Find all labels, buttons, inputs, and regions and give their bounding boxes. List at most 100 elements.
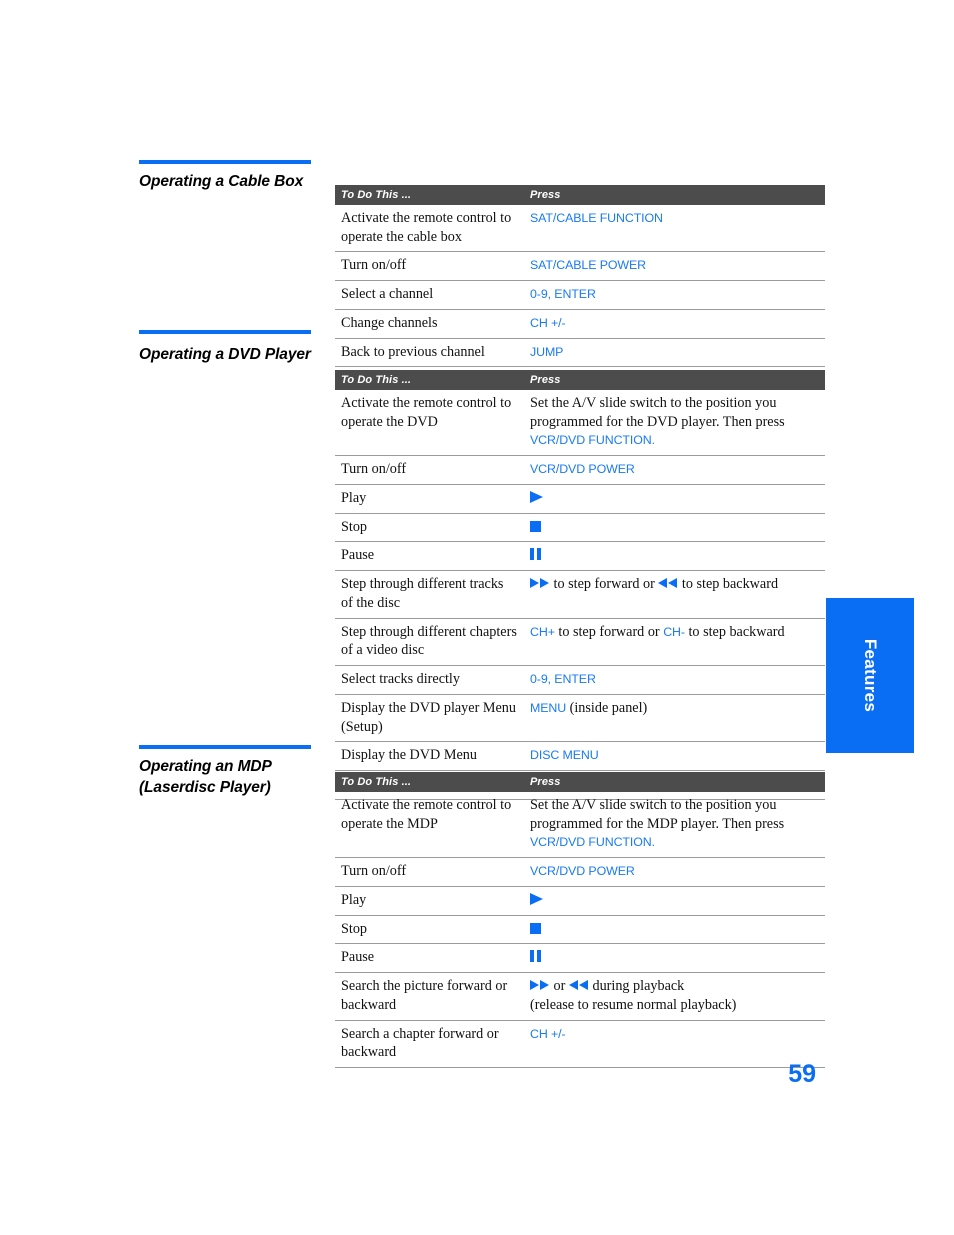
task-cell: Turn on/off [335, 455, 524, 485]
rewind-icon [568, 980, 589, 991]
press-cell [524, 915, 825, 945]
section-heading: Operating an MDP (Laserdisc Player) [139, 758, 272, 796]
press-cell: VCR/DVD POWER [524, 857, 825, 887]
table-row: Turn on/off SAT/CABLE POWER [335, 251, 825, 282]
task-cell: Back to previous channel [335, 338, 524, 368]
press-cell: SAT/CABLE FUNCTION [524, 205, 825, 253]
press-cell: DISC MENU [524, 741, 825, 772]
table-row: Turn on/off VCR/DVD POWER [335, 857, 825, 887]
table-row: Change channels CH +/- [335, 309, 825, 339]
remote-key-label: CH +/- [530, 1026, 566, 1041]
remote-key-label: VCR/DVD POWER [530, 462, 635, 477]
task-cell: Search the picture forward or backward [335, 972, 524, 1021]
heading-accent-rule [139, 160, 311, 164]
remote-command-table: To Do This ... Press Activate the remote c… [335, 185, 825, 368]
task-cell: Step through different chapters of a vid… [335, 618, 524, 667]
remote-key-label: CH+ [530, 624, 555, 639]
table-header-row: To Do This ... Press [335, 772, 825, 792]
task-cell: Play [335, 886, 524, 916]
press-cell: JUMP [524, 338, 825, 368]
task-cell: Turn on/off [335, 251, 524, 282]
table-row: Search the picture forward or backward o… [335, 972, 825, 1021]
task-cell: Activate the remote control to operate t… [335, 792, 524, 859]
press-cell: MENU (inside panel) [524, 694, 825, 743]
press-cell [524, 943, 825, 974]
heading-block-dvd-player: Operating a DVD Player [139, 345, 311, 366]
column-header-press: Press [524, 185, 825, 205]
remote-key-label: VCR/DVD FUNCTION. [530, 835, 655, 850]
column-header-press: Press [524, 772, 825, 792]
table-row: Back to previous channel JUMP [335, 338, 825, 368]
task-cell: Pause [335, 943, 524, 974]
remote-key-label: CH +/- [530, 315, 566, 330]
press-cell: CH +/- [524, 309, 825, 339]
task-cell: Select a channel [335, 280, 524, 310]
press-cell [524, 541, 825, 572]
heading-block-mdp-player: Operating an MDP (Laserdisc Player) [139, 745, 311, 798]
press-cell: VCR/DVD POWER [524, 455, 825, 485]
task-cell: Play [335, 484, 524, 514]
column-header-task: To Do This ... [335, 370, 524, 390]
task-cell: Change channels [335, 309, 524, 339]
table-row: Play [335, 484, 825, 514]
remote-command-table: To Do This ... Press Activate the remote c… [335, 772, 825, 1069]
table-header-row: To Do This ... Press [335, 185, 825, 205]
task-cell: Activate the remote control to operate t… [335, 205, 524, 253]
table-row: Pause [335, 541, 825, 572]
section-heading: Operating a DVD Player [139, 346, 311, 363]
pause-icon [530, 950, 541, 963]
press-cell [524, 484, 825, 514]
fast-forward-icon [530, 578, 550, 589]
heading-accent-rule [139, 745, 311, 749]
press-cell: Set the A/V slide switch to the position… [524, 792, 825, 859]
task-cell: Stop [335, 915, 524, 945]
table-row: Select tracks directly 0-9, ENTER [335, 665, 825, 695]
table-row: Search a chapter forward or backward CH … [335, 1020, 825, 1069]
table-row: Step through different chapters of a vid… [335, 618, 825, 667]
remote-key-label: 0-9, ENTER [530, 287, 596, 302]
pause-icon [530, 548, 541, 561]
table-row: Turn on/off VCR/DVD POWER [335, 455, 825, 485]
press-cell: CH+ to step forward or CH- to step backw… [524, 618, 825, 667]
press-cell: to step forward or to step backward [524, 570, 825, 619]
play-icon [530, 490, 543, 503]
press-cell: or during playback (release to resume nor… [524, 972, 825, 1021]
section-heading: Operating a Cable Box [139, 173, 304, 190]
play-icon [530, 892, 543, 905]
page-number: 59 [788, 1060, 816, 1088]
table-row: Activate the remote control to operate t… [335, 205, 825, 253]
stop-icon [530, 520, 541, 532]
section-divider-rule [139, 330, 311, 334]
press-cell [524, 513, 825, 543]
task-cell: Display the DVD Menu [335, 741, 524, 772]
task-cell: Activate the remote control to operate t… [335, 390, 524, 457]
remote-key-label: MENU [530, 700, 567, 715]
remote-key-label: SAT/CABLE FUNCTION [530, 211, 663, 225]
press-cell: SAT/CABLE POWER [524, 251, 825, 282]
table-row: Step through different tracks of the dis… [335, 570, 825, 619]
remote-key-label: CH- [663, 624, 685, 639]
side-tab-features: Features [826, 598, 914, 753]
remote-key-label: SAT/CABLE POWER [530, 258, 647, 273]
task-cell: Search a chapter forward or backward [335, 1020, 524, 1069]
task-cell: Display the DVD player Menu (Setup) [335, 694, 524, 743]
fast-forward-icon [530, 980, 550, 991]
press-cell [524, 886, 825, 916]
table-row: Activate the remote control to operate t… [335, 792, 825, 859]
column-header-press: Press [524, 370, 825, 390]
remote-key-label: DISC MENU [530, 748, 599, 763]
table-row: Select a channel 0-9, ENTER [335, 280, 825, 310]
table-row: Stop [335, 513, 825, 543]
task-cell: Turn on/off [335, 857, 524, 887]
stop-icon [530, 922, 541, 934]
remote-key-label: VCR/DVD POWER [530, 864, 635, 879]
task-cell: Stop [335, 513, 524, 543]
table-row: Pause [335, 943, 825, 974]
table-row: Display the DVD Menu DISC MENU [335, 741, 825, 772]
side-tab-label: Features [861, 638, 880, 713]
rewind-icon [658, 578, 678, 589]
column-header-task: To Do This ... [335, 185, 524, 205]
remote-command-table: To Do This ... Press Activate the remote c… [335, 370, 825, 800]
manual-page: Operating a Cable Box Operating a DVD Pl… [0, 0, 954, 1235]
press-cell: Set the A/V slide switch to the position… [524, 390, 825, 457]
